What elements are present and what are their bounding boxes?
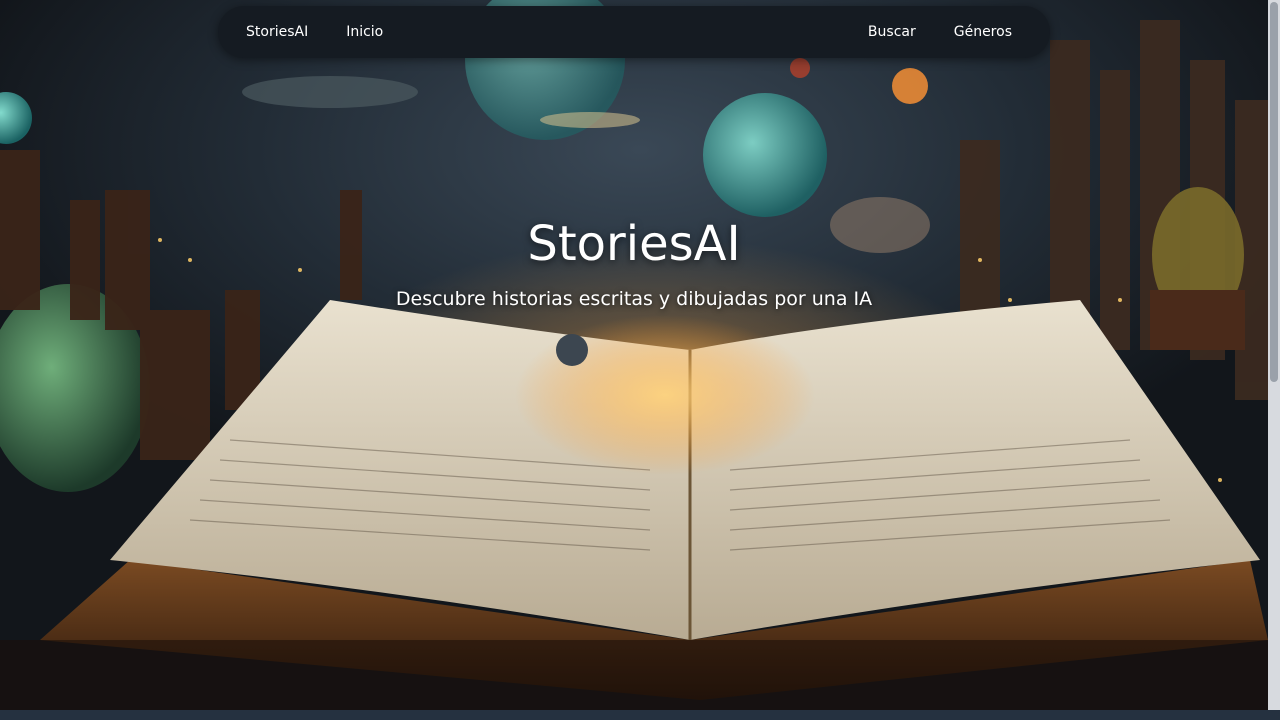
page: StoriesAI Inicio Buscar Géneros StoriesA… bbox=[0, 0, 1280, 720]
hero-title: StoriesAI bbox=[527, 216, 741, 272]
nav-brand-link[interactable]: StoriesAI bbox=[246, 24, 308, 40]
hero-background-image bbox=[0, 0, 1268, 710]
navbar-left-group: StoriesAI Inicio bbox=[246, 24, 383, 40]
nav-link-buscar[interactable]: Buscar bbox=[868, 24, 916, 40]
vertical-scrollbar[interactable] bbox=[1268, 0, 1280, 710]
hero-subtitle: Descubre historias escritas y dibujadas … bbox=[395, 288, 873, 310]
page-bottom-strip bbox=[0, 710, 1280, 720]
open-book-illustration bbox=[0, 0, 1268, 710]
navbar-right-group: Buscar Géneros bbox=[868, 24, 1012, 40]
nav-link-generos[interactable]: Géneros bbox=[954, 24, 1012, 40]
scrollbar-thumb[interactable] bbox=[1270, 2, 1278, 382]
top-navbar: StoriesAI Inicio Buscar Géneros bbox=[218, 6, 1050, 58]
nav-link-inicio[interactable]: Inicio bbox=[346, 24, 383, 40]
